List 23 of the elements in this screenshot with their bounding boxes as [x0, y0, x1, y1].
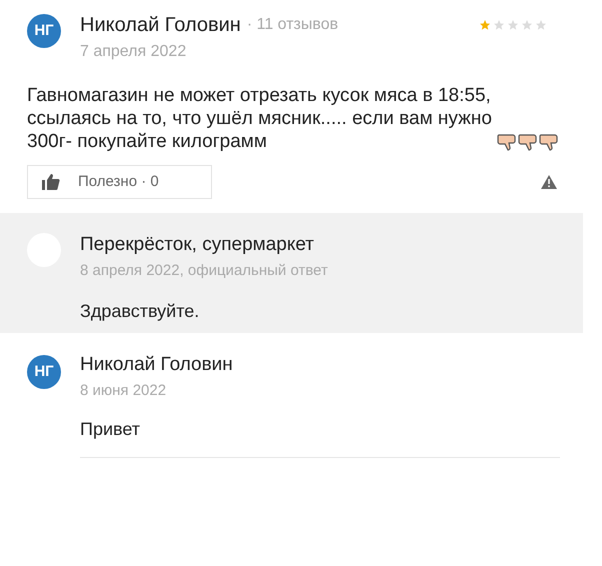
review-date: 7 апреля 2022	[80, 42, 188, 62]
thumb-down-icon	[539, 133, 559, 151]
star-icon	[479, 19, 491, 31]
star-icon	[507, 19, 519, 31]
author-name[interactable]: Николай Головин	[80, 10, 241, 40]
thumb-down-icon	[518, 133, 538, 151]
useful-button[interactable]: Полезно · 0	[27, 165, 212, 199]
star-icon	[521, 19, 533, 31]
avatar: НГ	[27, 14, 61, 48]
reply-date: 8 апреля 2022, официальный ответ	[80, 260, 328, 280]
reply-text: Здравствуйте.	[80, 300, 200, 323]
star-icon	[493, 19, 505, 31]
reviews-count: · 11 отзывов	[246, 15, 338, 35]
thumb-up-icon	[42, 174, 60, 190]
avatar: НГ	[27, 355, 61, 389]
comment-text: Привет	[80, 418, 142, 441]
author-name[interactable]: Николай Головин	[80, 351, 575, 380]
star-icon	[535, 19, 547, 31]
review-text: Гавномагазин не может отрезать кусок мяса в 18:55, ссылаясь на то, что ушёл мясник..... если вам нужно 300г- покупайте килограмм	[27, 84, 493, 153]
thumb-down-icon	[497, 133, 517, 151]
warning-icon[interactable]	[541, 175, 557, 189]
company-name: Перекрёсток, супермаркет	[80, 233, 316, 257]
comment-date: 8 июня 2022	[80, 380, 168, 400]
